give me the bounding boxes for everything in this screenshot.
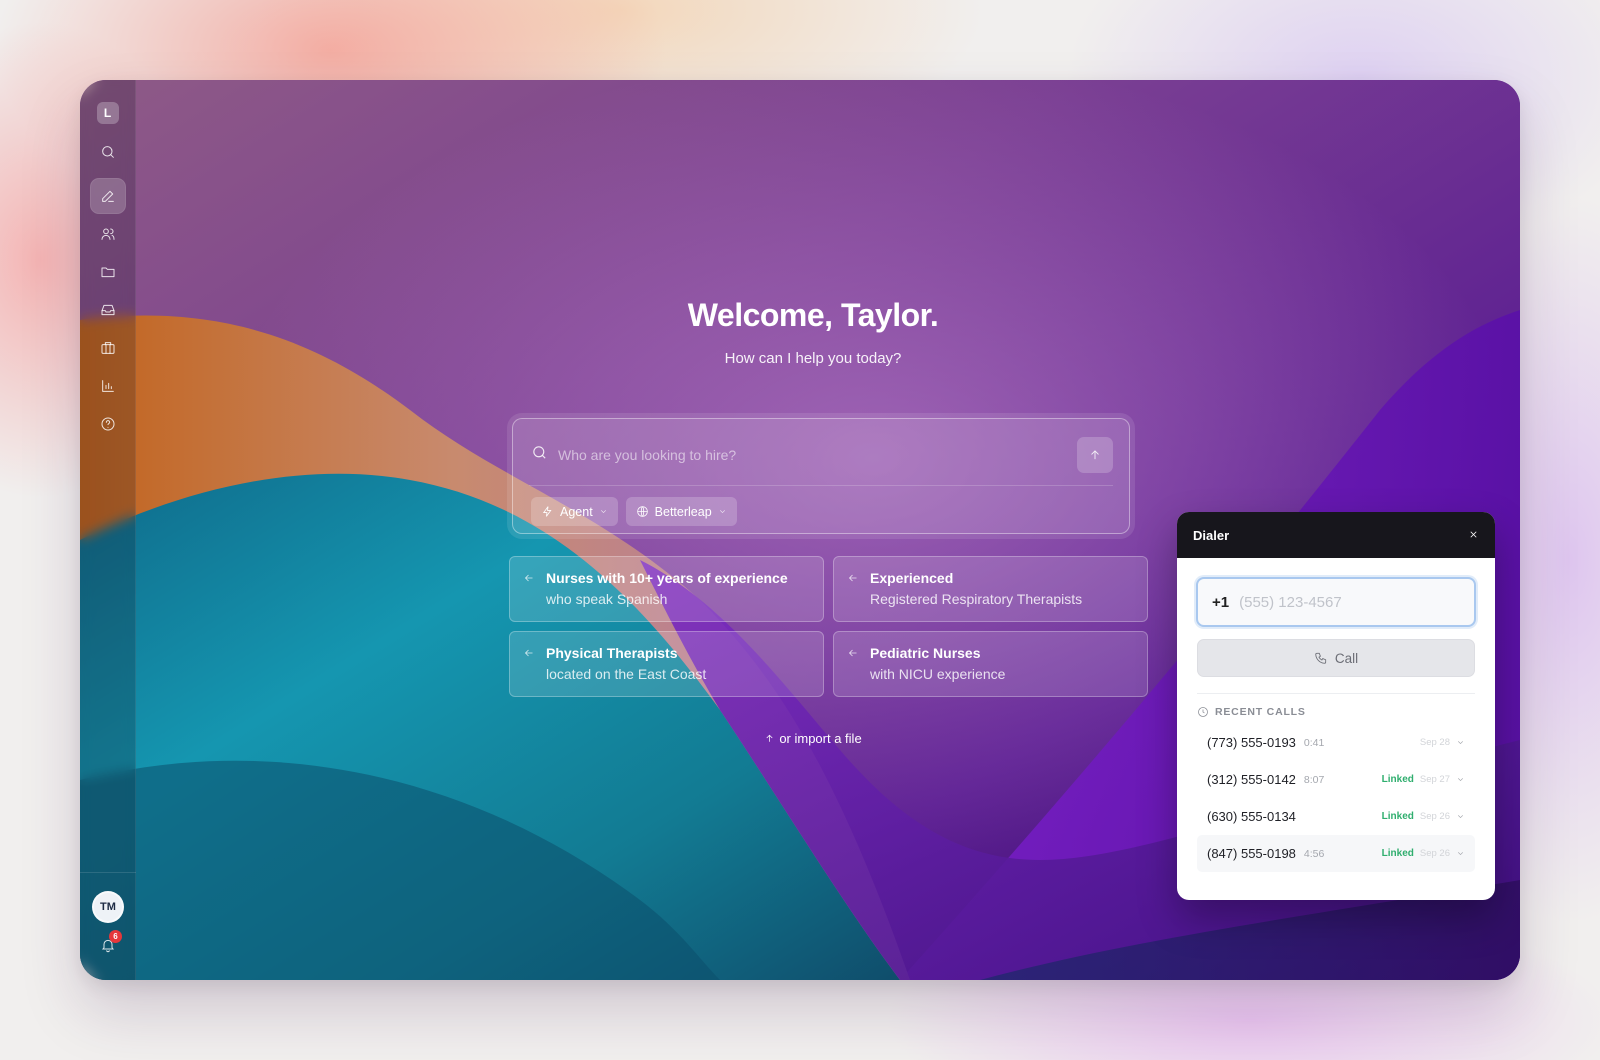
- chevron-down-icon: [600, 510, 606, 514]
- source-dropdown-label: Betterleap: [654, 504, 712, 519]
- search-input[interactable]: [558, 447, 1077, 463]
- recent-call-row[interactable]: (847) 555-0198 4:56 Linked Sep 26: [1197, 835, 1475, 872]
- suggestion-card[interactable]: Nurses with 10+ years of experience who …: [509, 556, 824, 622]
- call-number: (312) 555-0142: [1207, 772, 1296, 787]
- call-duration: 8:07: [1303, 773, 1325, 786]
- chevron-down-icon: [1458, 851, 1463, 855]
- close-icon: [1470, 530, 1477, 538]
- search-panel: Agent Betterleap: [512, 418, 1130, 534]
- lightning-icon: [542, 506, 552, 517]
- page-title: Welcome, Taylor.: [687, 297, 939, 333]
- sidebar-item-help[interactable]: [90, 406, 126, 442]
- agent-dropdown[interactable]: Agent: [531, 497, 618, 526]
- app-window: L TM 6 Welcome, Taylor. How can I help y…: [80, 80, 1520, 980]
- divider: [529, 485, 1113, 486]
- expand-button[interactable]: [1456, 845, 1465, 863]
- chevron-down-icon: [1458, 777, 1463, 781]
- linked-badge: Linked: [1381, 774, 1414, 785]
- linked-badge: Linked: [1381, 811, 1414, 822]
- page-subtitle: How can I help you today?: [724, 350, 902, 367]
- sidebar-item-analytics[interactable]: [90, 368, 126, 404]
- suggestion-subtitle: with NICU experience: [870, 666, 1006, 682]
- search-icon: [101, 146, 114, 158]
- pencil-icon: [101, 190, 114, 202]
- call-button-label: Call: [1334, 650, 1359, 666]
- dialer-header: Dialer: [1177, 512, 1495, 558]
- users-icon: [101, 228, 114, 240]
- sidebar-item-projects[interactable]: [90, 254, 126, 290]
- suggestion-card[interactable]: Physical Therapists located on the East …: [509, 631, 824, 697]
- folder-icon: [101, 267, 114, 278]
- app-logo[interactable]: L: [96, 102, 119, 124]
- recent-call-row[interactable]: (630) 555-0134 Linked Sep 26: [1197, 798, 1475, 835]
- source-dropdown[interactable]: Betterleap: [625, 497, 737, 526]
- sidebar-item-search[interactable]: [90, 134, 126, 170]
- suggestion-title: Experienced: [870, 570, 954, 586]
- agent-dropdown-label: Agent: [560, 504, 593, 519]
- call-button[interactable]: Call: [1197, 639, 1475, 677]
- chevron-down-icon: [719, 510, 725, 514]
- notifications-button[interactable]: 6: [100, 930, 122, 958]
- sidebar-item-people[interactable]: [90, 216, 126, 252]
- call-date: Sep 27: [1419, 774, 1450, 785]
- call-date: Sep 26: [1419, 811, 1450, 822]
- phone-field: +1: [1196, 577, 1476, 627]
- expand-button[interactable]: [1456, 808, 1465, 826]
- phone-input[interactable]: [1239, 593, 1460, 611]
- import-file-label: or import a file: [779, 731, 862, 746]
- call-duration: 4:56: [1303, 847, 1325, 860]
- send-button[interactable]: [1077, 437, 1113, 473]
- chevron-down-icon: [1458, 740, 1463, 744]
- country-code[interactable]: +1: [1212, 594, 1229, 611]
- suggestion-subtitle: who speak Spanish: [546, 591, 668, 607]
- recent-call-row[interactable]: (773) 555-0193 0:41 Sep 28: [1197, 724, 1475, 761]
- clock-icon: [1198, 707, 1208, 717]
- suggestion-subtitle: located on the East Coast: [546, 666, 707, 682]
- sidebar-footer: TM 6: [80, 872, 136, 980]
- recent-call-row[interactable]: (312) 555-0142 8:07 Linked Sep 27: [1197, 761, 1475, 798]
- sidebar: L TM 6: [80, 80, 136, 980]
- suggestion-card[interactable]: Experienced Registered Respiratory Thera…: [833, 556, 1148, 622]
- arrow-left-icon: [523, 571, 535, 589]
- call-number: (847) 555-0198: [1207, 846, 1296, 861]
- arrow-left-icon: [847, 571, 859, 589]
- suggestion-title: Pediatric Nurses: [870, 645, 981, 661]
- arrow-up-icon: [766, 734, 773, 742]
- divider: [1197, 693, 1475, 694]
- suggestion-card[interactable]: Pediatric Nurses with NICU experience: [833, 631, 1148, 697]
- recent-calls-heading: RECENT CALLS: [1197, 706, 1475, 718]
- call-number: (630) 555-0134: [1207, 809, 1296, 824]
- avatar[interactable]: TM: [92, 891, 124, 923]
- arrow-up-icon: [1091, 450, 1099, 460]
- bar-chart-icon: [101, 380, 114, 392]
- recent-calls-label: RECENT CALLS: [1215, 706, 1306, 718]
- globe-icon: [636, 506, 648, 517]
- expand-button[interactable]: [1456, 734, 1465, 752]
- call-number: (773) 555-0193: [1207, 735, 1296, 750]
- notification-badge: 6: [109, 930, 122, 943]
- arrow-left-icon: [523, 646, 535, 664]
- linked-badge: Linked: [1381, 848, 1414, 859]
- suggestion-subtitle: Registered Respiratory Therapists: [870, 591, 1083, 607]
- chevron-down-icon: [1458, 814, 1463, 818]
- help-circle-icon: [101, 417, 114, 431]
- search-icon: [531, 444, 548, 466]
- dialer-panel: Dialer +1 Call RECENT CALLS (773) 555-01…: [1177, 512, 1495, 900]
- call-duration: 0:41: [1303, 736, 1325, 749]
- sidebar-item-compose[interactable]: [89, 178, 126, 214]
- call-date: Sep 28: [1419, 737, 1450, 748]
- suggestion-title: Physical Therapists: [546, 645, 678, 661]
- expand-button[interactable]: [1456, 771, 1465, 789]
- arrow-left-icon: [847, 646, 859, 664]
- call-date: Sep 26: [1419, 848, 1450, 859]
- suggestion-title: Nurses with 10+ years of experience: [546, 570, 788, 586]
- phone-icon: [1315, 652, 1326, 664]
- close-button[interactable]: [1468, 528, 1479, 543]
- dialer-title: Dialer: [1193, 527, 1230, 543]
